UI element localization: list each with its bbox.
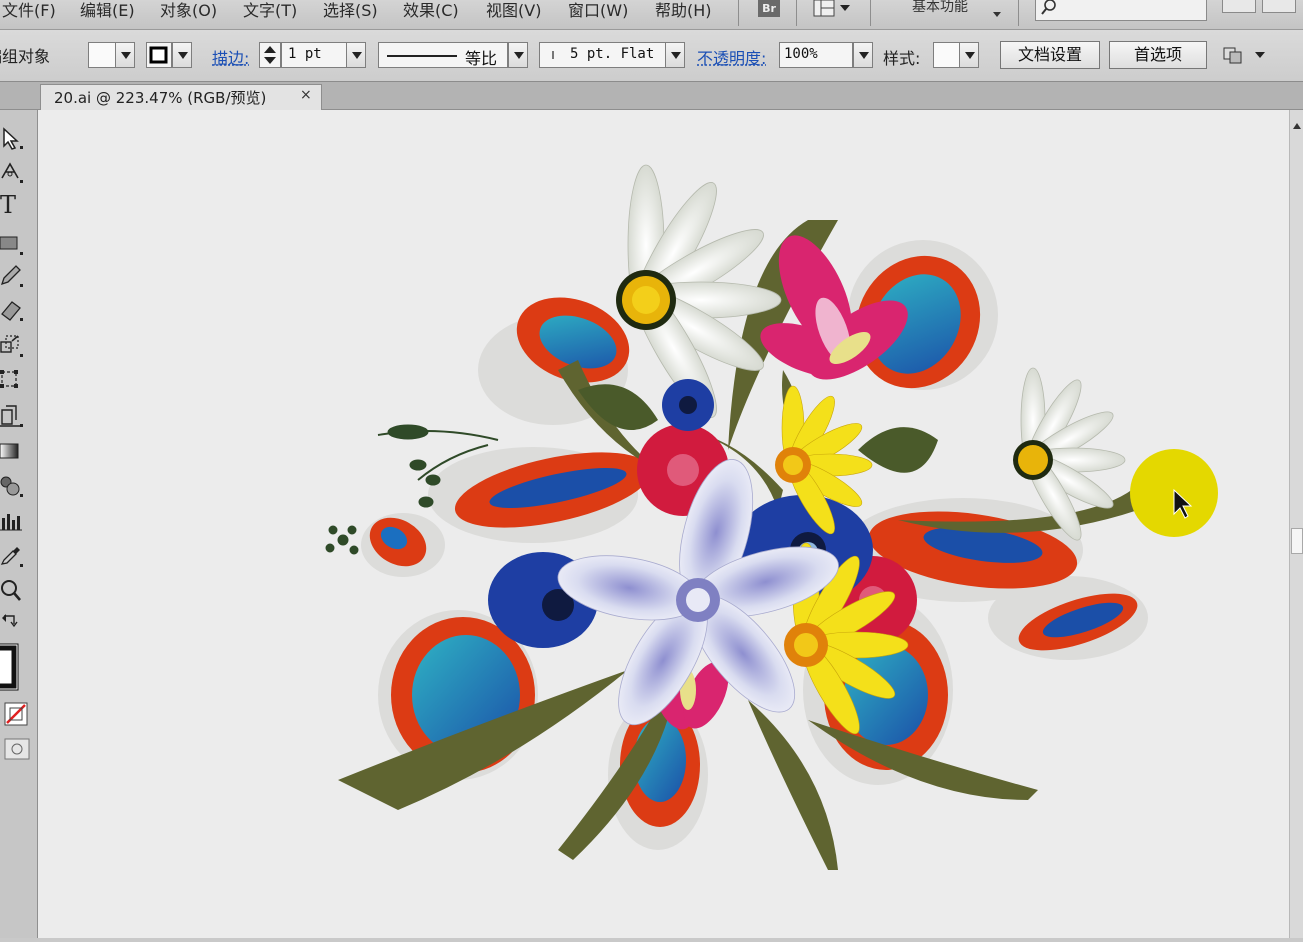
free-transform-tool-icon[interactable]	[0, 366, 30, 394]
menu-view[interactable]: 视图(V)	[486, 0, 541, 21]
stroke-profile-dropdown[interactable]	[508, 42, 528, 68]
scrollbar-thumb[interactable]	[1291, 528, 1303, 554]
brush-stroke-preview	[552, 51, 554, 59]
stroke-profile-line	[387, 55, 457, 57]
rectangle-tool-icon[interactable]	[0, 230, 30, 258]
gradient-tool-icon[interactable]	[0, 438, 30, 466]
fill-stroke-indicator[interactable]	[0, 640, 22, 694]
stroke-profile-label: 等比	[465, 49, 498, 68]
zoom-tool-icon[interactable]	[0, 578, 30, 606]
direct-selection-tool-icon[interactable]	[0, 124, 30, 152]
menu-type[interactable]: 文字(T)	[243, 0, 297, 21]
minimize-button[interactable]	[1222, 0, 1256, 13]
style-label: 样式:	[883, 49, 921, 68]
menu-divider	[870, 0, 871, 26]
menu-help[interactable]: 帮助(H)	[655, 0, 712, 21]
bridge-button[interactable]: Br	[758, 0, 780, 17]
selection-type-label: 编组对象	[0, 47, 51, 66]
fill-swatch[interactable]	[88, 42, 116, 68]
document-tab-bar: 20.ai @ 223.47% (RGB/预览) ×	[0, 82, 1303, 111]
menu-bar: 文件(F) 编辑(E) 对象(O) 文字(T) 选择(S) 效果(C) 视图(V…	[0, 0, 1303, 30]
menu-select[interactable]: 选择(S)	[323, 0, 378, 21]
maximize-button[interactable]	[1262, 0, 1296, 13]
tools-panel: T	[0, 110, 38, 938]
pencil-tool-icon[interactable]	[0, 262, 30, 290]
workspace-switcher[interactable]: 基本功能	[912, 0, 968, 16]
control-panel: 编组对象 描边: 1 pt 等比 5 pt. Flat 不透明度: 100% 样…	[0, 30, 1303, 82]
pen-tool-icon[interactable]	[0, 158, 30, 186]
artboard-canvas[interactable]	[38, 110, 1289, 938]
opacity-panel-link[interactable]: 不透明度:	[697, 45, 766, 69]
none-color-icon[interactable]	[4, 702, 30, 726]
screen-mode-icon[interactable]	[4, 738, 30, 760]
graph-tool-icon[interactable]	[0, 508, 30, 536]
graphic-style-swatch[interactable]	[933, 42, 960, 68]
eyedropper-tool-icon[interactable]	[0, 542, 30, 570]
graphic-style-dropdown[interactable]	[959, 42, 979, 68]
menu-divider	[738, 0, 739, 26]
close-tab-button[interactable]: ×	[300, 87, 312, 103]
eraser-tool-icon[interactable]	[0, 296, 30, 324]
search-icon	[1040, 0, 1058, 20]
stroke-swatch[interactable]	[146, 42, 172, 68]
help-search-input[interactable]	[1035, 0, 1207, 21]
menu-divider	[1018, 0, 1019, 26]
menu-file[interactable]: 文件(F)	[2, 0, 56, 21]
brush-definition-value: 5 pt. Flat	[570, 46, 655, 62]
stroke-weight-stepper[interactable]	[259, 42, 281, 68]
swap-colors-icon[interactable]	[0, 612, 30, 640]
stroke-weight-dropdown[interactable]	[346, 42, 366, 68]
chevron-down-icon	[992, 4, 1002, 23]
fill-dropdown[interactable]	[115, 42, 135, 68]
stroke-panel-link[interactable]: 描边:	[212, 45, 249, 69]
opacity-input[interactable]: 100%	[779, 42, 853, 68]
flower-bouquet-artwork	[325, 164, 1218, 870]
opacity-dropdown[interactable]	[853, 42, 873, 68]
opacity-value: 100%	[784, 46, 818, 62]
menu-effect[interactable]: 效果(C)	[403, 0, 459, 21]
document-tab[interactable]: 20.ai @ 223.47% (RGB/预览) ×	[40, 84, 322, 111]
brush-dropdown[interactable]	[665, 42, 685, 68]
menu-object[interactable]: 对象(O)	[160, 0, 217, 21]
menu-edit[interactable]: 编辑(E)	[80, 0, 135, 21]
variable-width-profile[interactable]: 等比	[378, 42, 508, 68]
shape-builder-tool-icon[interactable]	[0, 402, 30, 430]
document-setup-button[interactable]: 文档设置	[1000, 41, 1100, 69]
stroke-weight-value: 1 pt	[288, 46, 322, 62]
scale-tool-icon[interactable]	[0, 332, 30, 360]
arrange-icon[interactable]	[1222, 45, 1268, 71]
blue-flower-top	[662, 379, 714, 431]
preferences-button[interactable]: 首选项	[1109, 41, 1207, 69]
stroke-weight-input[interactable]: 1 pt	[281, 42, 347, 68]
stroke-dropdown[interactable]	[172, 42, 192, 68]
blend-tool-icon[interactable]	[0, 472, 30, 500]
arrange-documents-icon[interactable]	[813, 0, 853, 18]
menu-divider	[796, 0, 797, 26]
document-tab-title: 20.ai @ 223.47% (RGB/预览)	[54, 89, 267, 107]
menu-window[interactable]: 窗口(W)	[568, 0, 628, 21]
scroll-up-arrow-icon[interactable]	[1291, 116, 1303, 129]
type-tool-icon[interactable]: T	[0, 191, 30, 222]
vertical-scrollbar[interactable]	[1289, 110, 1303, 938]
brush-definition[interactable]: 5 pt. Flat	[539, 42, 666, 68]
